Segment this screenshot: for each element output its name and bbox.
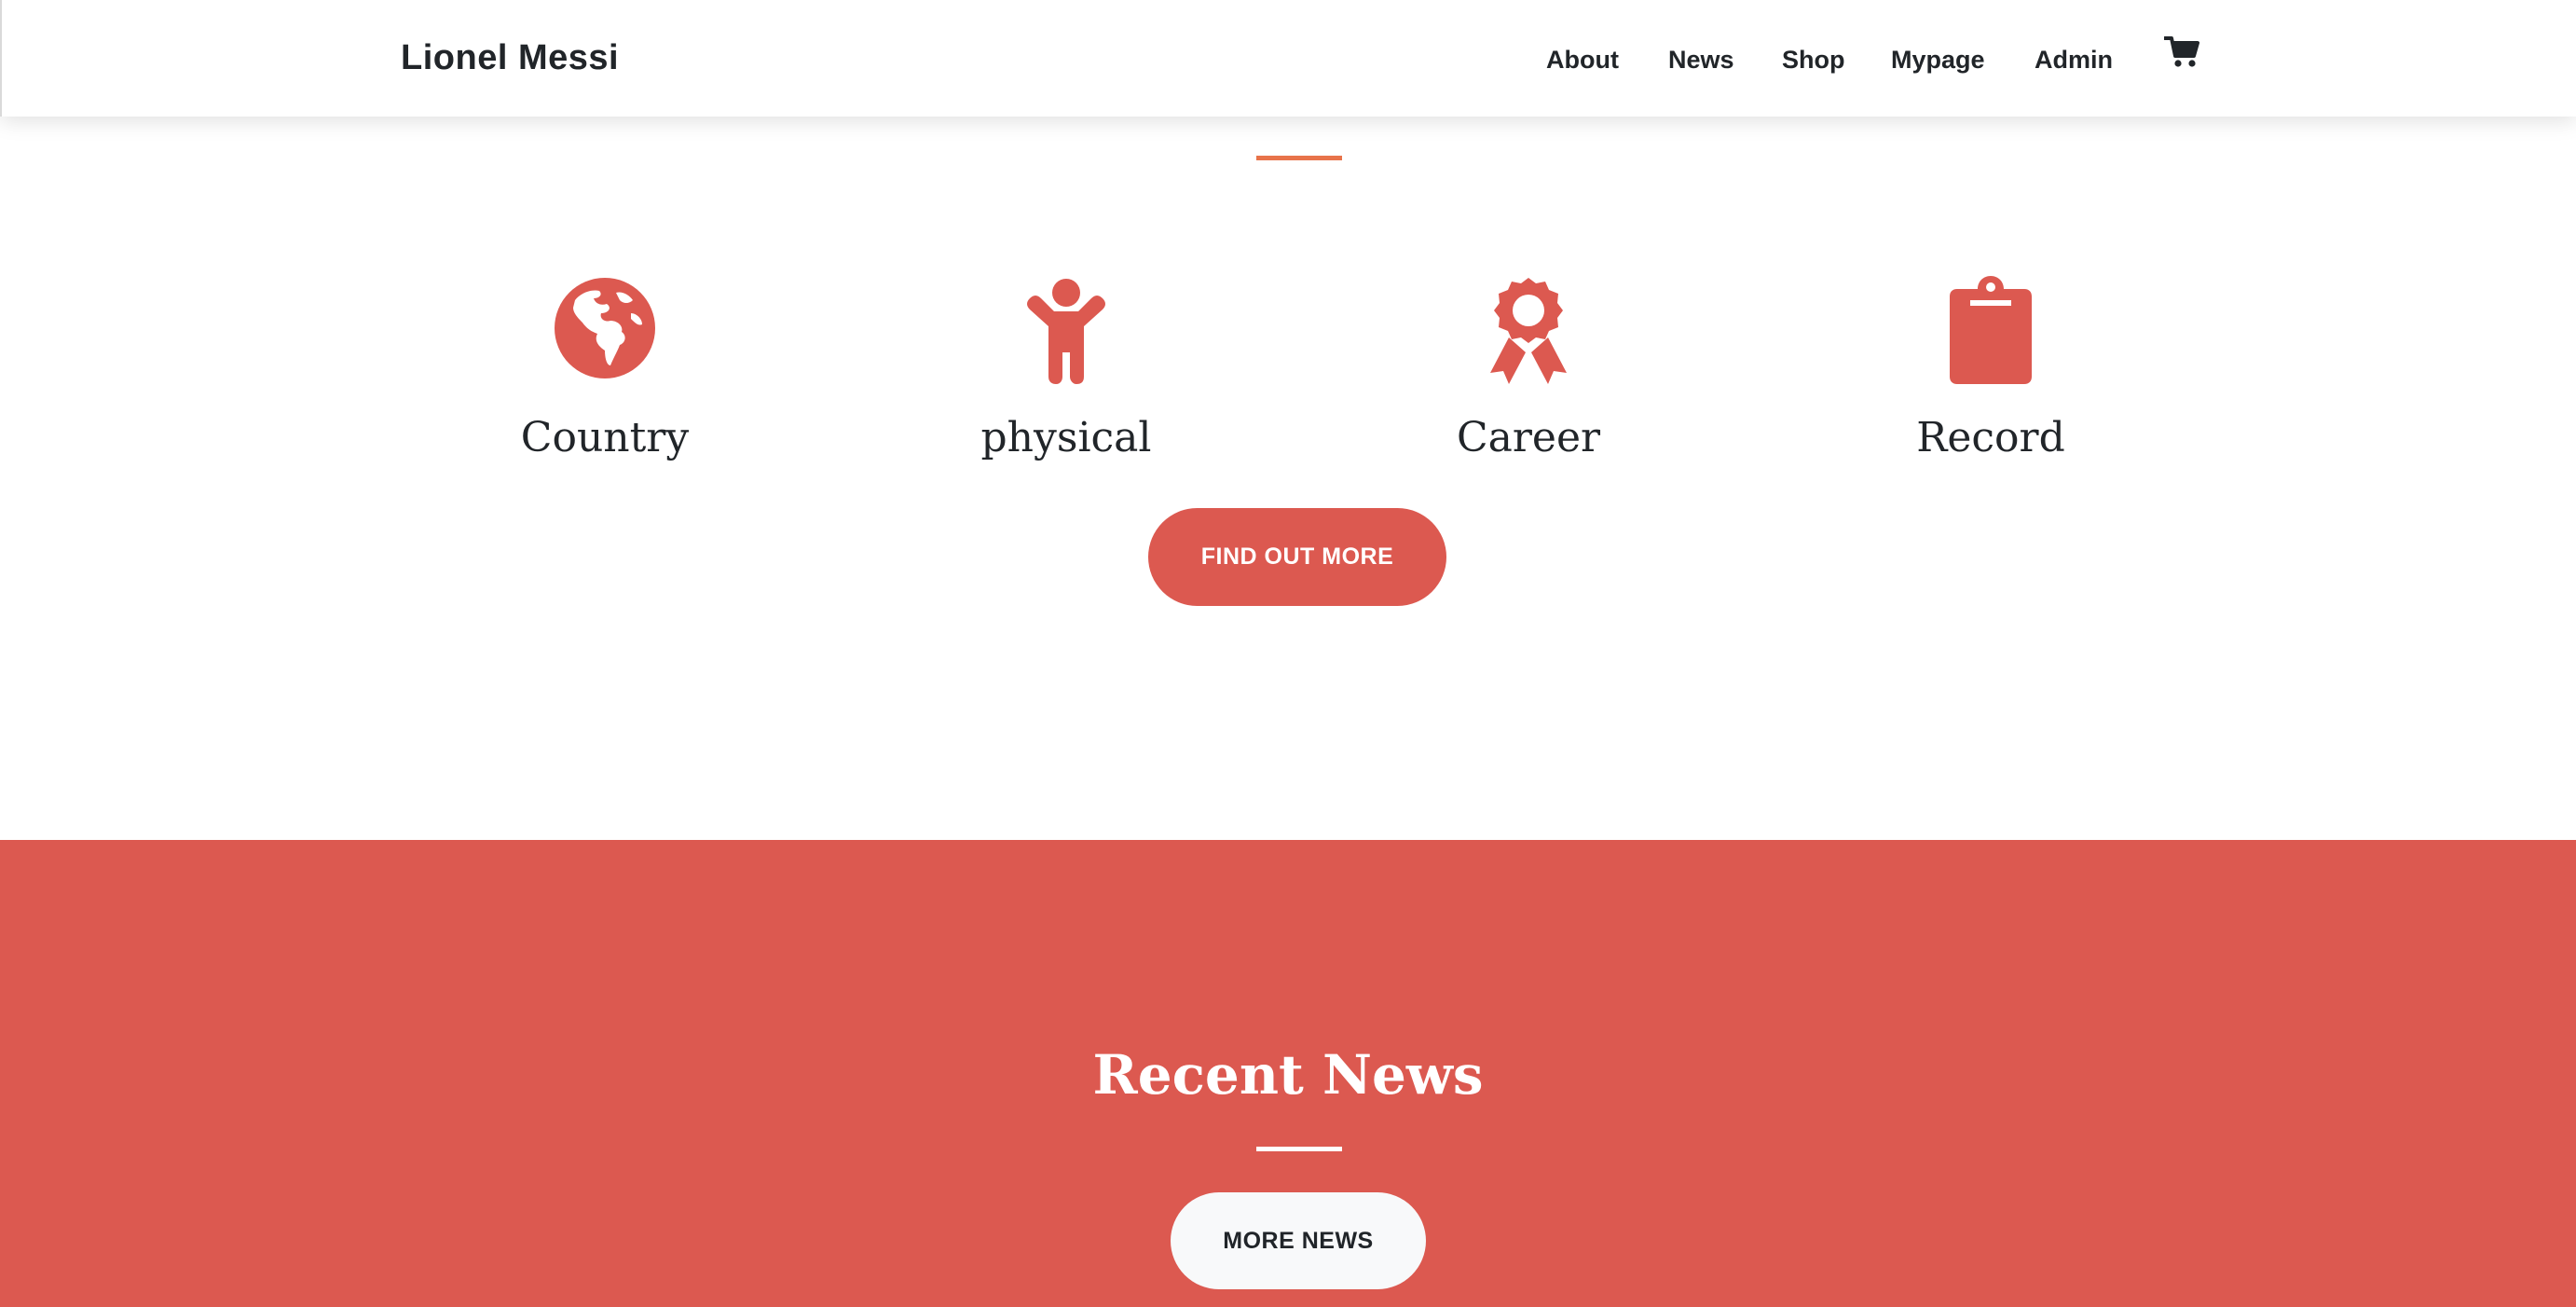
service-label-career: Career — [1456, 414, 1601, 461]
section-divider — [1256, 156, 1342, 160]
nav-link-admin[interactable]: Admin — [2035, 41, 2113, 78]
award-icon — [1490, 278, 1567, 384]
service-label-record: Record — [1916, 414, 2065, 461]
service-label-physical: physical — [980, 414, 1152, 461]
clipboard-icon — [1950, 276, 2032, 384]
service-physical: physical — [908, 276, 1225, 464]
navbar: Lionel Messi About News Shop Mypage Admi… — [0, 0, 2576, 117]
more-news-button[interactable]: MORE NEWS — [1171, 1192, 1426, 1289]
service-record: Record — [1832, 276, 2149, 464]
globe-americas-icon — [555, 278, 655, 378]
nav-link-news[interactable]: News — [1668, 41, 1734, 78]
news-divider — [1256, 1147, 1342, 1151]
news-section: Recent News MORE NEWS — [0, 840, 2576, 1307]
service-label-country: Country — [520, 414, 690, 461]
brand-link[interactable]: Lionel Messi — [401, 35, 619, 80]
service-career: Career — [1370, 276, 1687, 464]
nav-link-shop[interactable]: Shop — [1782, 41, 1845, 78]
service-country: Country — [446, 276, 763, 464]
find-out-more-button[interactable]: FIND OUT MORE — [1148, 508, 1446, 606]
news-title: Recent News — [1092, 1043, 1484, 1107]
shopping-cart-icon[interactable] — [2163, 35, 2199, 69]
nav-link-about[interactable]: About — [1546, 41, 1619, 78]
child-icon — [1027, 279, 1105, 384]
nav-link-mypage[interactable]: Mypage — [1891, 41, 1985, 78]
